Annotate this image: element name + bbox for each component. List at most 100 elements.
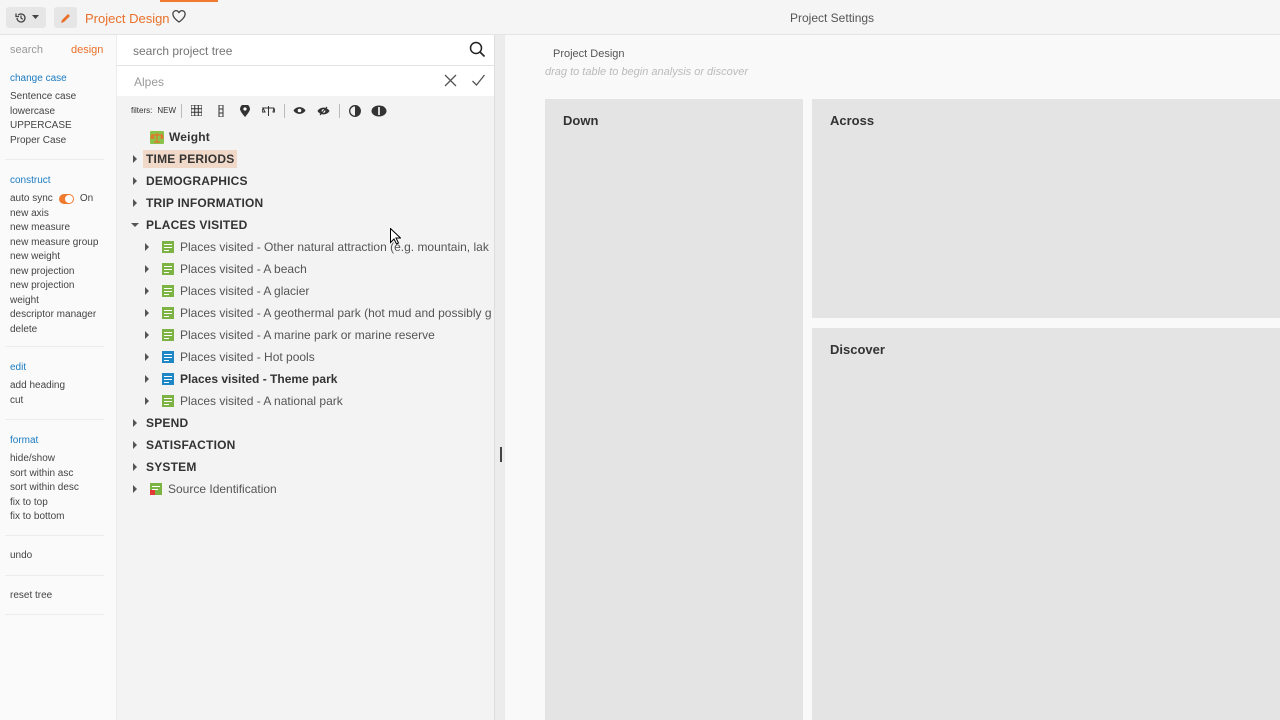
- eye-icon: [293, 107, 306, 114]
- menu-item-add-heading[interactable]: add heading: [10, 379, 104, 394]
- heart-icon[interactable]: [172, 10, 186, 23]
- menu-item-new-projection[interactable]: new projection: [10, 265, 104, 280]
- tree-item-places[interactable]: Places visited - A glacier: [117, 280, 494, 302]
- scale-icon: [262, 105, 276, 116]
- tree-group-spend[interactable]: SPEND: [117, 412, 494, 434]
- section-heading: edit: [10, 362, 27, 373]
- tree-item-label: Places visited - Theme park: [180, 372, 338, 386]
- panel-splitter[interactable]: [494, 35, 505, 720]
- across-drop-zone[interactable]: Across: [812, 99, 1280, 318]
- auto-sync-toggle[interactable]: [58, 194, 74, 205]
- tree-item-places[interactable]: Places visited - A national park: [117, 390, 494, 412]
- caret-right-icon[interactable]: [143, 243, 151, 251]
- section-heading: construct: [10, 175, 51, 186]
- check-icon[interactable]: [471, 73, 486, 88]
- menu-item-sort-desc[interactable]: sort within desc: [10, 481, 104, 496]
- variable-icon: [162, 351, 174, 363]
- menu-item-new-measure[interactable]: new measure: [10, 221, 104, 236]
- caret-right-icon[interactable]: [143, 331, 151, 339]
- tree-item-label: Places visited - Other natural attractio…: [180, 240, 489, 254]
- discover-drop-zone[interactable]: Discover: [812, 328, 1280, 720]
- toolbar-divider: [339, 103, 341, 118]
- filter-location-button[interactable]: [236, 102, 253, 119]
- caret-right-icon[interactable]: [131, 419, 139, 427]
- tree-group-demographics[interactable]: DEMOGRAPHICS: [117, 170, 494, 192]
- tree-item-label: Source Identification: [168, 482, 277, 496]
- filter-show-button[interactable]: [291, 102, 308, 119]
- tree-group-trip-information[interactable]: TRIP INFORMATION: [117, 192, 494, 214]
- caret-right-icon[interactable]: [131, 155, 139, 163]
- history-button[interactable]: [6, 7, 46, 28]
- tab-design[interactable]: design: [71, 44, 103, 56]
- tree-item-places[interactable]: Places visited - A geothermal park (hot …: [117, 302, 494, 324]
- menu-item-sentence-case[interactable]: Sentence case: [10, 90, 104, 105]
- filter-grid-button[interactable]: [188, 102, 205, 119]
- tree-item-places[interactable]: Places visited - Hot pools: [117, 346, 494, 368]
- column-icon: [218, 104, 224, 117]
- undo-button[interactable]: undo: [10, 549, 104, 564]
- menu-item-sort-asc[interactable]: sort within asc: [10, 467, 104, 482]
- tree-group-time-periods[interactable]: TIME PERIODS: [117, 148, 494, 170]
- menu-item-lowercase[interactable]: lowercase: [10, 105, 104, 120]
- scale-icon: [150, 130, 164, 144]
- caret-right-icon[interactable]: [143, 265, 151, 273]
- filters-label: filters:: [131, 106, 153, 115]
- tree-group-label: TRIP INFORMATION: [146, 196, 264, 210]
- tree-item-weight[interactable]: Weight: [117, 126, 494, 148]
- tree-item-places[interactable]: Places visited - Other natural attractio…: [117, 236, 494, 258]
- caret-right-icon[interactable]: [131, 485, 139, 493]
- section-heading: change case: [10, 73, 67, 84]
- filter-invert-button[interactable]: [370, 102, 387, 119]
- caret-right-icon[interactable]: [143, 287, 151, 295]
- section-heading: format: [10, 435, 39, 446]
- menu-item-new-projection-weight[interactable]: new projection weight: [10, 279, 90, 308]
- menu-item-cut[interactable]: cut: [10, 394, 104, 409]
- splitter-grip[interactable]: [500, 447, 502, 462]
- filter-column-button[interactable]: [212, 102, 229, 119]
- search-icon[interactable]: [469, 41, 486, 58]
- menu-item-new-measure-group[interactable]: new measure group: [10, 236, 104, 251]
- caret-right-icon[interactable]: [143, 375, 151, 383]
- tree-item-places[interactable]: Places visited - A marine park or marine…: [117, 324, 494, 346]
- tree-item-source-identification[interactable]: Source Identification: [117, 478, 494, 500]
- menu-item-new-axis[interactable]: new axis: [10, 207, 104, 222]
- tree-group-satisfaction[interactable]: SATISFACTION: [117, 434, 494, 456]
- caret-right-icon[interactable]: [131, 199, 139, 207]
- menu-item-uppercase[interactable]: UPPERCASE: [10, 119, 104, 134]
- reset-tree-button[interactable]: reset tree: [10, 589, 104, 604]
- tree-filter-input[interactable]: [134, 75, 424, 89]
- caret-right-icon[interactable]: [131, 441, 139, 449]
- caret-right-icon[interactable]: [131, 463, 139, 471]
- menu-item-fix-bottom[interactable]: fix to bottom: [10, 510, 104, 525]
- caret-down-icon[interactable]: [131, 221, 139, 229]
- filter-contrast-button[interactable]: [346, 102, 363, 119]
- caret-right-icon[interactable]: [143, 309, 151, 317]
- menu-item-descriptor-manager[interactable]: descriptor manager: [10, 308, 104, 323]
- close-icon[interactable]: [443, 73, 458, 88]
- variable-icon: [162, 263, 174, 275]
- menu-item-delete[interactable]: delete: [10, 323, 104, 338]
- menu-item-hide-show[interactable]: hide/show: [10, 452, 104, 467]
- menu-item-new-weight[interactable]: new weight: [10, 250, 104, 265]
- filter-hide-button[interactable]: [315, 102, 332, 119]
- tree-group-places-visited[interactable]: PLACES VISITED: [117, 214, 494, 236]
- caret-right-icon[interactable]: [143, 397, 151, 405]
- tree-search-input[interactable]: [133, 44, 453, 58]
- tree-group-label: DEMOGRAPHICS: [146, 174, 248, 188]
- grid-icon: [191, 105, 203, 116]
- tab-search[interactable]: search: [10, 44, 43, 56]
- filter-new-button[interactable]: NEW: [157, 106, 176, 115]
- caret-right-icon[interactable]: [131, 177, 139, 185]
- caret-right-icon[interactable]: [143, 353, 151, 361]
- edit-button[interactable]: [54, 7, 77, 28]
- menu-item-proper-case[interactable]: Proper Case: [10, 134, 104, 149]
- down-drop-zone[interactable]: Down: [545, 99, 803, 720]
- zone-label-down: Down: [563, 113, 599, 128]
- project-title[interactable]: Project Design: [85, 11, 170, 26]
- tree-group-system[interactable]: SYSTEM: [117, 456, 494, 478]
- auto-sync-label: auto sync: [10, 193, 53, 204]
- tree-item-places[interactable]: Places visited - Theme park: [117, 368, 494, 390]
- menu-item-fix-top[interactable]: fix to top: [10, 496, 104, 511]
- filter-weight-button[interactable]: [260, 102, 277, 119]
- tree-item-places[interactable]: Places visited - A beach: [117, 258, 494, 280]
